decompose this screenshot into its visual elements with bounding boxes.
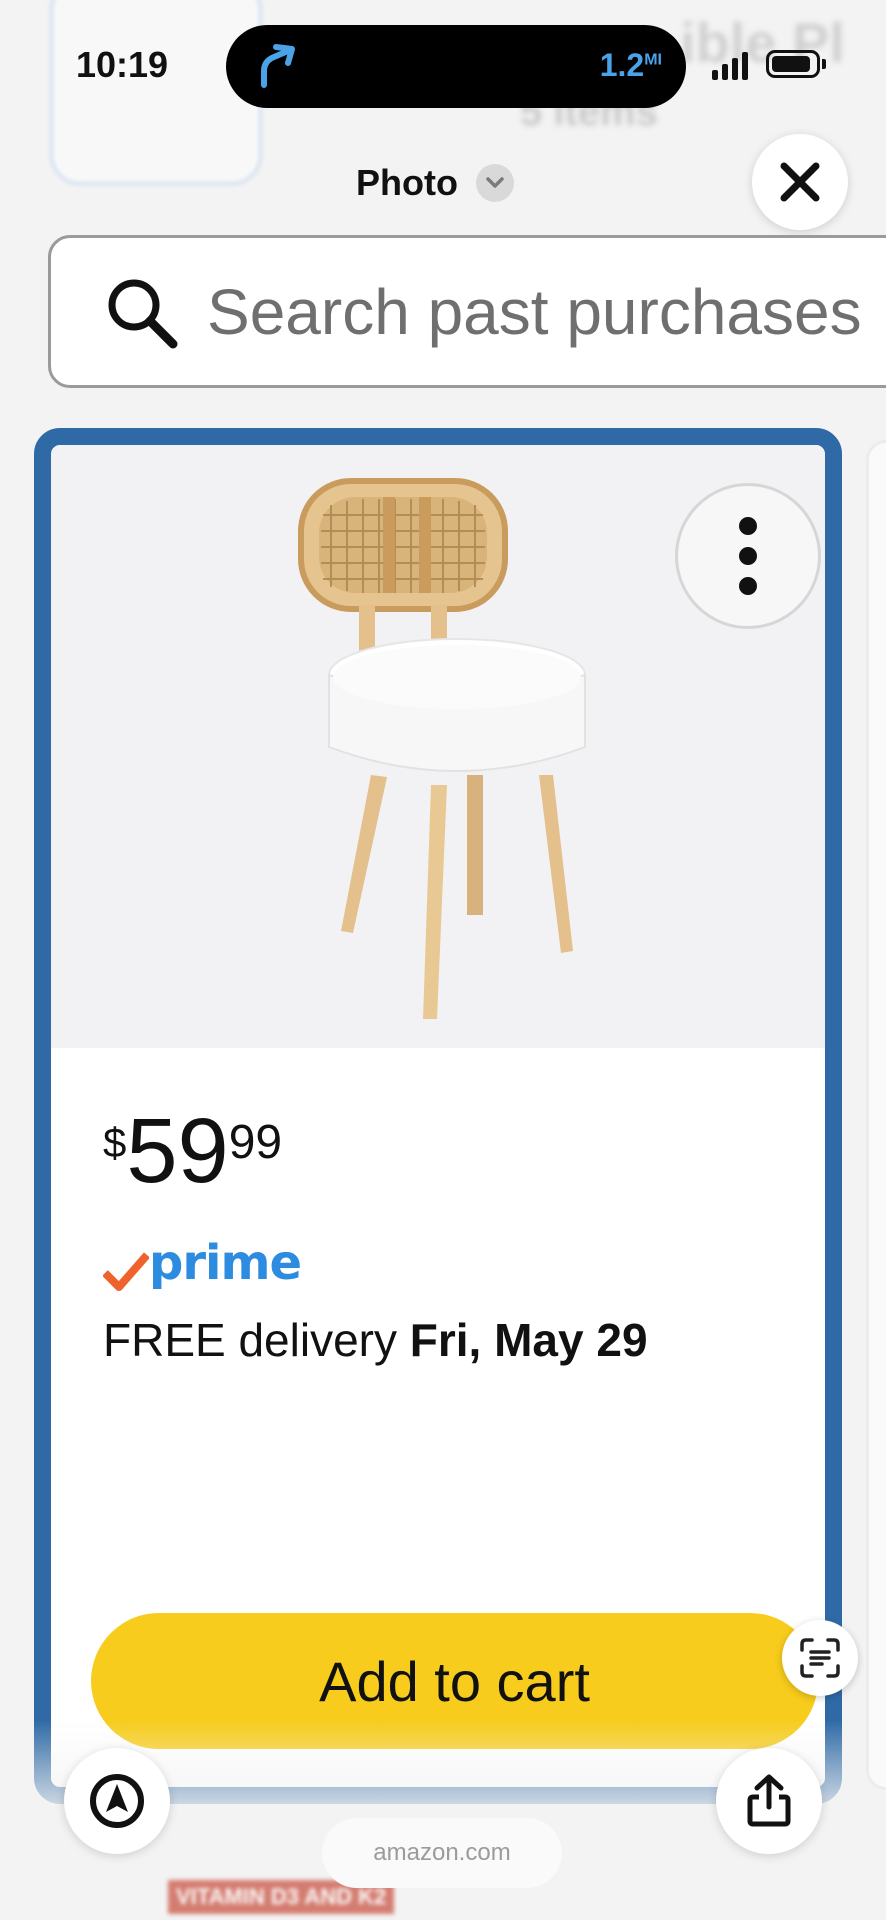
background-title-text: ible Pl <box>680 11 845 74</box>
delivery-prefix: FREE delivery <box>103 1314 410 1366</box>
navigation-arrow-icon <box>261 44 295 88</box>
share-button[interactable] <box>716 1748 822 1854</box>
product-image-area[interactable] <box>51 445 825 1048</box>
delivery-date: Fri, May 29 <box>409 1314 648 1366</box>
product-card[interactable]: $ 59 99 prime FREE delivery Fri, May 29 … <box>34 428 842 1804</box>
text-scan-icon <box>800 1638 840 1678</box>
search-past-purchases-field[interactable]: Search past purchases <box>48 235 886 388</box>
product-price: $ 59 99 <box>103 1105 282 1197</box>
prime-badge: prime <box>103 1235 302 1291</box>
delivery-info: FREE delivery Fri, May 29 <box>103 1313 648 1367</box>
photo-title: Photo <box>356 162 458 203</box>
prime-label: prime <box>149 1235 302 1291</box>
price-whole: 59 <box>126 1100 229 1202</box>
photo-source-selector[interactable]: Photo <box>356 162 514 204</box>
close-icon <box>780 162 820 202</box>
price-fraction: 99 <box>228 1116 283 1169</box>
next-product-card-edge[interactable] <box>866 440 886 1790</box>
live-text-button[interactable] <box>782 1620 858 1696</box>
battery-icon <box>766 50 820 78</box>
close-button[interactable] <box>752 134 848 230</box>
cellular-signal-icon <box>712 50 748 80</box>
safari-button[interactable] <box>64 1748 170 1854</box>
chair-image <box>298 478 586 1019</box>
share-icon <box>747 1774 791 1827</box>
compass-icon <box>90 1774 144 1828</box>
search-icon <box>108 279 178 348</box>
status-time: 10:19 <box>76 44 169 85</box>
dynamic-island[interactable]: 1.2MI <box>226 25 686 108</box>
more-dot <box>739 547 757 565</box>
prime-check-icon <box>103 1252 149 1291</box>
chevron-down-icon <box>475 164 514 202</box>
price-currency: $ <box>103 1119 127 1166</box>
more-options-button[interactable] <box>675 483 821 629</box>
navigation-distance: 1.2MI <box>599 47 662 83</box>
background-card <box>50 0 262 185</box>
battery-nub <box>822 59 826 69</box>
url-bar[interactable]: amazon.com <box>322 1818 562 1888</box>
more-dot <box>739 517 757 535</box>
more-dot <box>739 577 757 595</box>
search-input[interactable]: Search past purchases <box>207 275 862 349</box>
